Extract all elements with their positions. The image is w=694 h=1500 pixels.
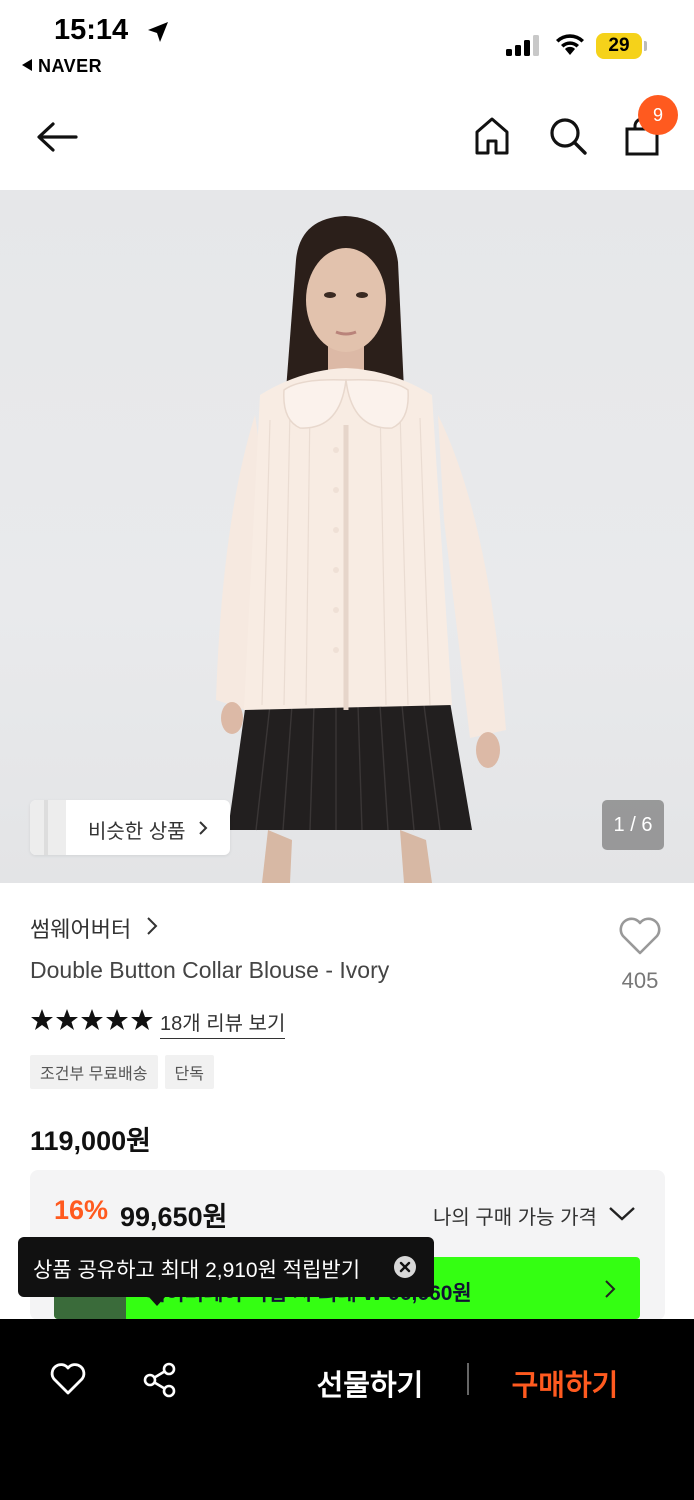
wishlist-heart-icon[interactable] [618,916,662,956]
similar-products-label: 비슷한 상품 [88,821,186,843]
share-icon[interactable] [142,1362,178,1398]
tag-free-shipping: 조건부 무료배송 [30,1055,158,1089]
chevron-right-icon [199,821,208,835]
product-title: Double Button Collar Blouse - Ivory [30,957,390,983]
similar-products-thumbnail [30,800,66,855]
toast-tail [148,1296,166,1306]
discount-price: 99,650원 [120,1202,228,1232]
back-triangle-icon [22,59,32,71]
bottom-heart-icon[interactable] [50,1362,86,1396]
toast-text: 상품 공유하고 최대 2,910원 적립받기 [33,1259,361,1282]
battery-indicator: 29 [596,33,642,59]
share-reward-toast: 상품 공유하고 최대 2,910원 적립받기 [18,1237,434,1297]
gift-button[interactable]: 선물하기 [300,1362,440,1404]
home-icon[interactable] [474,116,510,156]
back-app-label: NAVER [38,56,103,76]
toast-close-icon[interactable] [394,1256,416,1278]
image-page-indicator: 1 / 6 [602,800,664,850]
brand-chevron-right-icon[interactable] [146,916,158,936]
brand-link[interactable]: 썸웨어버터 [30,912,131,944]
discount-percent: 16% [54,1195,109,1225]
original-price: 119,000원 [30,1126,151,1156]
back-arrow-icon[interactable] [36,121,78,153]
banner-chevron-right-icon [605,1280,616,1298]
cart-count-badge[interactable]: 9 [638,95,678,135]
product-tags: 조건부 무료배송 단독 [30,1055,221,1089]
status-bar: 15:14 NAVER 29 [0,0,694,88]
review-link[interactable]: 18개 리뷰 보기 [160,1007,286,1039]
similar-products-button[interactable]: 비슷한 상품 [30,800,230,855]
bottom-action-bar [0,1319,694,1500]
my-price-toggle[interactable]: 나의 구매 가능 가격 [433,1201,597,1230]
status-time: 15:14 [54,14,129,46]
search-icon[interactable] [548,116,588,156]
product-photo [216,216,506,883]
buy-button[interactable]: 구매하기 [495,1362,635,1404]
tag-exclusive: 단독 [164,1055,214,1089]
back-to-app-link[interactable]: NAVER [22,56,102,77]
product-image-gallery[interactable]: 비슷한 상품 1 / 6 [0,190,694,883]
wifi-icon [556,34,584,55]
cellular-signal-icon [506,35,539,56]
chevron-down-icon[interactable] [608,1206,636,1222]
rating-stars [31,1009,153,1030]
bottom-divider [467,1363,469,1395]
location-arrow-icon [148,22,168,42]
battery-tip [644,41,647,51]
wishlist-count: 405 [621,968,659,993]
top-navigation [0,88,694,190]
